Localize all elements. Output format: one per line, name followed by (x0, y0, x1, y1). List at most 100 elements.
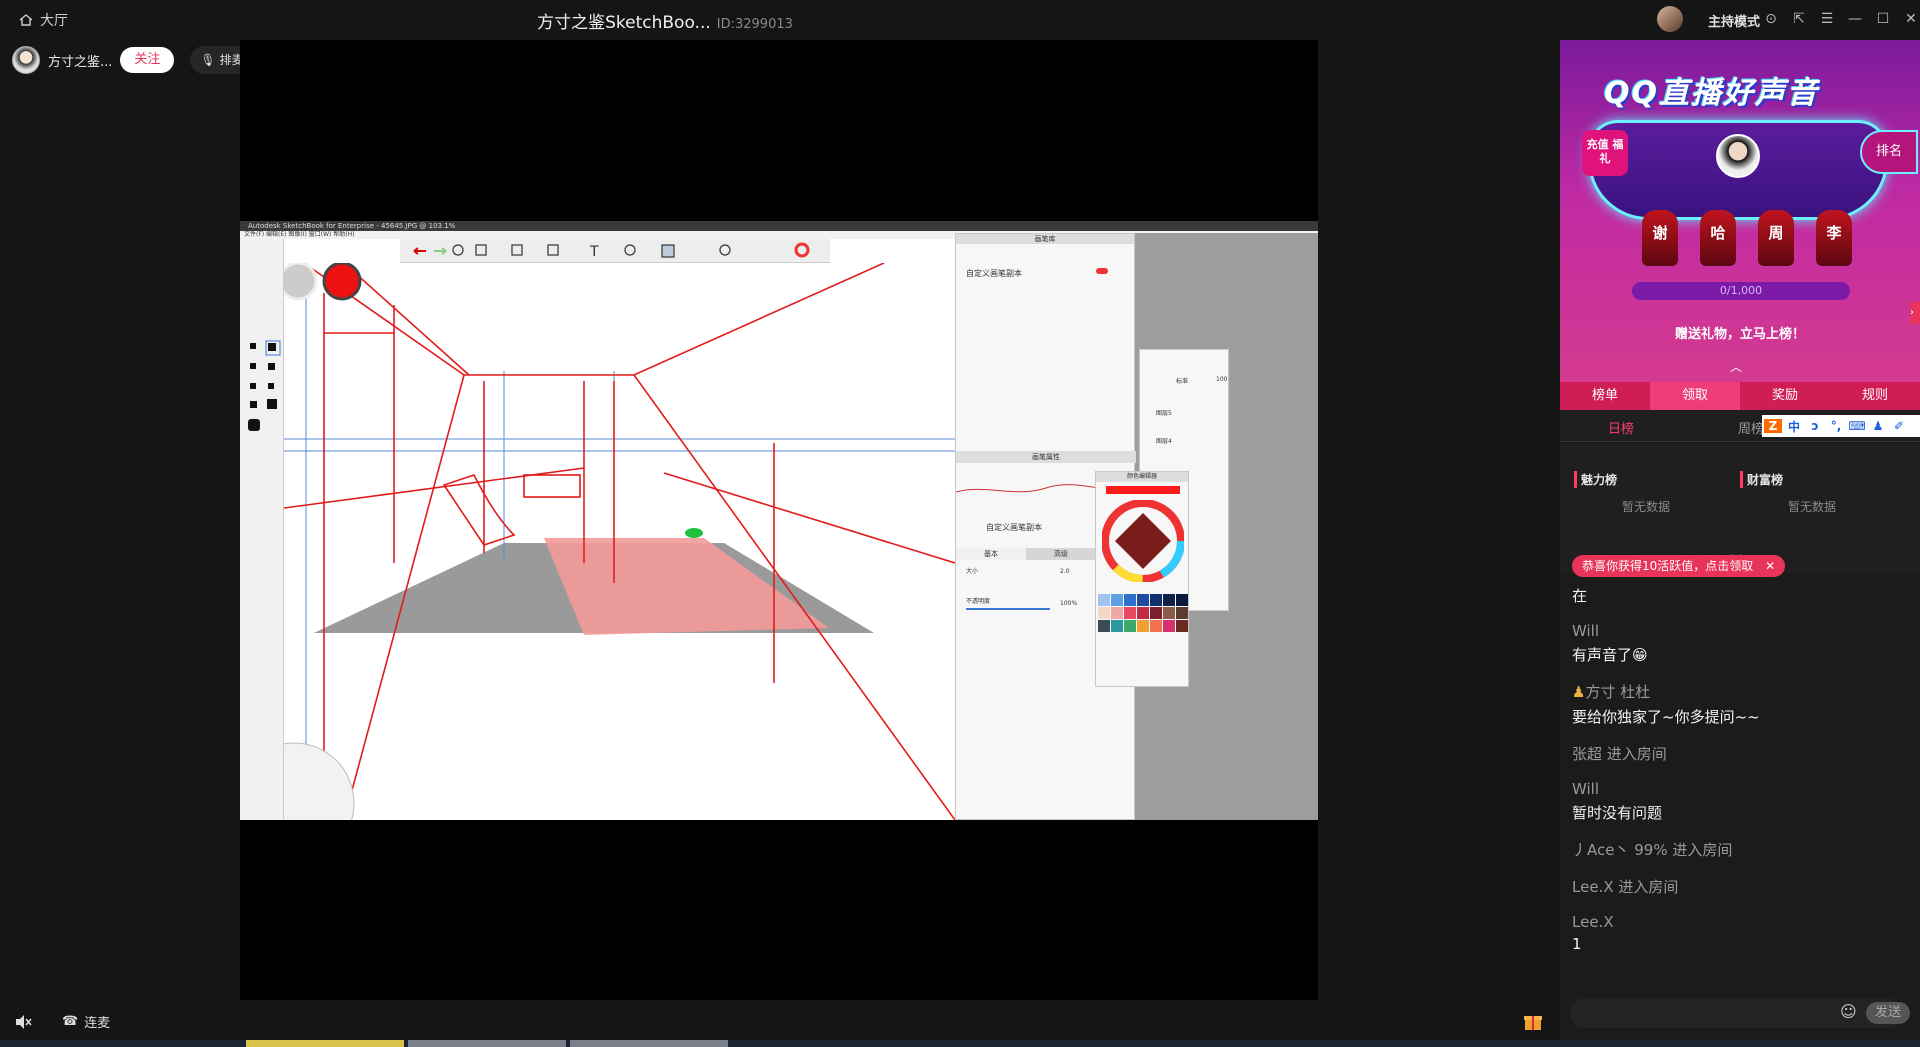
color-swatch[interactable] (1176, 594, 1188, 606)
menu-icon[interactable]: ☰ (1818, 10, 1836, 28)
sketchbook-toolbar[interactable]: T (400, 239, 830, 263)
minimize-icon[interactable]: — (1846, 10, 1864, 28)
color-swatch[interactable] (1163, 607, 1175, 619)
color-swatch[interactable] (1137, 620, 1149, 632)
tab-rewards[interactable]: 奖励 (1740, 382, 1830, 410)
ime-item-4[interactable]: ⌨ (1848, 419, 1866, 433)
size-value[interactable]: 2.0 (1060, 568, 1070, 575)
ime-item-5[interactable]: ♟ (1869, 419, 1887, 433)
chat-user[interactable]: Will (1572, 780, 1902, 798)
user-avatar[interactable] (1657, 6, 1683, 32)
tab-claim[interactable]: 领取 (1650, 382, 1740, 410)
settings-icon[interactable]: ⊙ (1762, 10, 1780, 28)
chat-system-message: 张超 进入房间 (1572, 743, 1902, 764)
mute-icon[interactable] (14, 1014, 32, 1030)
tab-daily[interactable]: 日榜 (1608, 418, 1634, 437)
chat-user[interactable]: Lee.X (1572, 913, 1902, 931)
color-swatch[interactable] (1137, 607, 1149, 619)
layer-4[interactable]: 图层4 (1156, 436, 1172, 445)
color-swatch[interactable] (1111, 594, 1123, 606)
color-swatch[interactable] (1098, 607, 1110, 619)
color-swatch[interactable] (1176, 620, 1188, 632)
ime-item-6[interactable]: ✐ (1890, 419, 1908, 433)
streamer-name[interactable]: 方寸之鉴... (48, 51, 112, 70)
rank-button[interactable]: 排名 (1860, 130, 1918, 174)
singer-avatar[interactable] (1716, 134, 1760, 178)
seat-2[interactable]: 哈 (1700, 210, 1736, 266)
color-editor-panel[interactable]: 颜色编辑器 (1095, 471, 1189, 687)
chat-input-field[interactable]: ☺ 发送 (1570, 998, 1910, 1028)
ime-toolbar[interactable]: Z 中 ᴐ °, ⌨ ♟ ✐ (1762, 415, 1920, 437)
follow-button[interactable]: 关注 (120, 47, 175, 73)
layer-5[interactable]: 图层5 (1156, 408, 1172, 417)
color-swatch[interactable] (1111, 620, 1123, 632)
color-puck[interactable] (322, 263, 362, 301)
color-swatch[interactable] (1124, 620, 1136, 632)
seat-3[interactable]: 周 (1758, 210, 1794, 266)
emoji-icon[interactable]: ☺ (1840, 1002, 1857, 1021)
event-banner[interactable]: QQ直播好声音 充值 福礼 排名 谢 哈 周 李 0/1,000 赠送礼物，立马… (1560, 40, 1920, 382)
video-player[interactable]: Autodesk SketchBook for Enterprise - 456… (240, 40, 1318, 1000)
bottom-bar: ☎ 连麦 (0, 1000, 1560, 1040)
gift-icon[interactable] (1522, 1010, 1544, 1032)
event-tabs: 榜单 领取 奖励 规则 (1560, 382, 1920, 410)
tab-leaderboard[interactable]: 榜单 (1560, 382, 1650, 410)
recharge-gift-badge[interactable]: 充值 福礼 (1582, 130, 1628, 176)
ime-item-2[interactable]: ᴐ (1806, 419, 1824, 433)
seat-1[interactable]: 谢 (1642, 210, 1678, 266)
room-title-text: 方寸之鉴SketchBoo... (537, 13, 711, 33)
progress-bar: 0/1,000 (1632, 282, 1850, 300)
phone-icon: ☎ (62, 1014, 79, 1029)
color-swatch[interactable] (1111, 607, 1123, 619)
color-swatch[interactable] (1098, 620, 1110, 632)
layer-mode[interactable]: 标准 (1176, 376, 1188, 385)
chevron-right-icon[interactable]: › (1910, 302, 1920, 324)
window-controls: ⊙ ⇱ ☰ — ☐ ✕ (1762, 10, 1920, 28)
color-swatch[interactable] (1163, 620, 1175, 632)
color-swatches[interactable] (1098, 594, 1188, 632)
chat-text: 要给你独家了~你多提问~~ (1572, 708, 1760, 726)
ime-logo-icon[interactable]: Z (1764, 419, 1782, 433)
ime-item-3[interactable]: °, (1827, 419, 1845, 433)
brush-size-puck[interactable] (284, 263, 318, 301)
layer-opacity[interactable]: 100 (1216, 376, 1227, 383)
color-swatch[interactable] (1163, 594, 1175, 606)
taskbar-item[interactable] (408, 1040, 566, 1047)
taskbar-item[interactable] (246, 1040, 404, 1047)
taskbar-item[interactable] (570, 1040, 728, 1047)
chevron-up-icon[interactable]: ︿ (1730, 358, 1742, 375)
brush-strip (248, 340, 281, 431)
tab-advanced[interactable]: 高级 (1026, 548, 1096, 560)
color-swatch[interactable] (1137, 594, 1149, 606)
color-swatch[interactable] (1124, 607, 1136, 619)
opacity-label: 不透明度 (966, 598, 991, 605)
color-swatch[interactable] (1150, 594, 1162, 606)
color-swatch[interactable] (1150, 607, 1162, 619)
wealth-ranking: 财富榜 暂无数据 (1740, 471, 1836, 515)
tab-weekly[interactable]: 周榜 (1738, 418, 1764, 437)
ime-item-1[interactable]: 中 (1785, 418, 1803, 435)
sketch-canvas[interactable] (284, 263, 955, 820)
active-value-notice[interactable]: 恭喜你获得10活跃值，点击领取 ✕ (1572, 555, 1786, 577)
chat-text: 1 (1572, 935, 1582, 953)
tab-basic[interactable]: 基本 (956, 548, 1026, 560)
color-swatch[interactable] (1124, 594, 1136, 606)
maximize-icon[interactable]: ☐ (1874, 10, 1892, 28)
host-mode-label[interactable]: 主持模式 (1708, 11, 1760, 30)
send-button[interactable]: 发送 (1866, 1002, 1910, 1024)
close-notice-icon[interactable]: ✕ (1765, 559, 1775, 573)
chat-user[interactable]: ♟方寸 杜杜 (1572, 681, 1902, 702)
seat-4[interactable]: 李 (1816, 210, 1852, 266)
close-icon[interactable]: ✕ (1902, 10, 1920, 28)
streamer-avatar[interactable] (12, 46, 40, 74)
tab-rules[interactable]: 规则 (1830, 382, 1920, 410)
color-wheel[interactable] (1102, 500, 1184, 582)
popout-icon[interactable]: ⇱ (1790, 10, 1808, 28)
chat-user[interactable]: Will (1572, 622, 1902, 640)
color-swatch[interactable] (1150, 620, 1162, 632)
opacity-slider[interactable] (966, 608, 1050, 610)
opacity-value[interactable]: 100% (1060, 600, 1077, 607)
color-swatch[interactable] (1098, 594, 1110, 606)
color-swatch[interactable] (1176, 607, 1188, 619)
voice-connect-button[interactable]: ☎ 连麦 (62, 1012, 110, 1031)
